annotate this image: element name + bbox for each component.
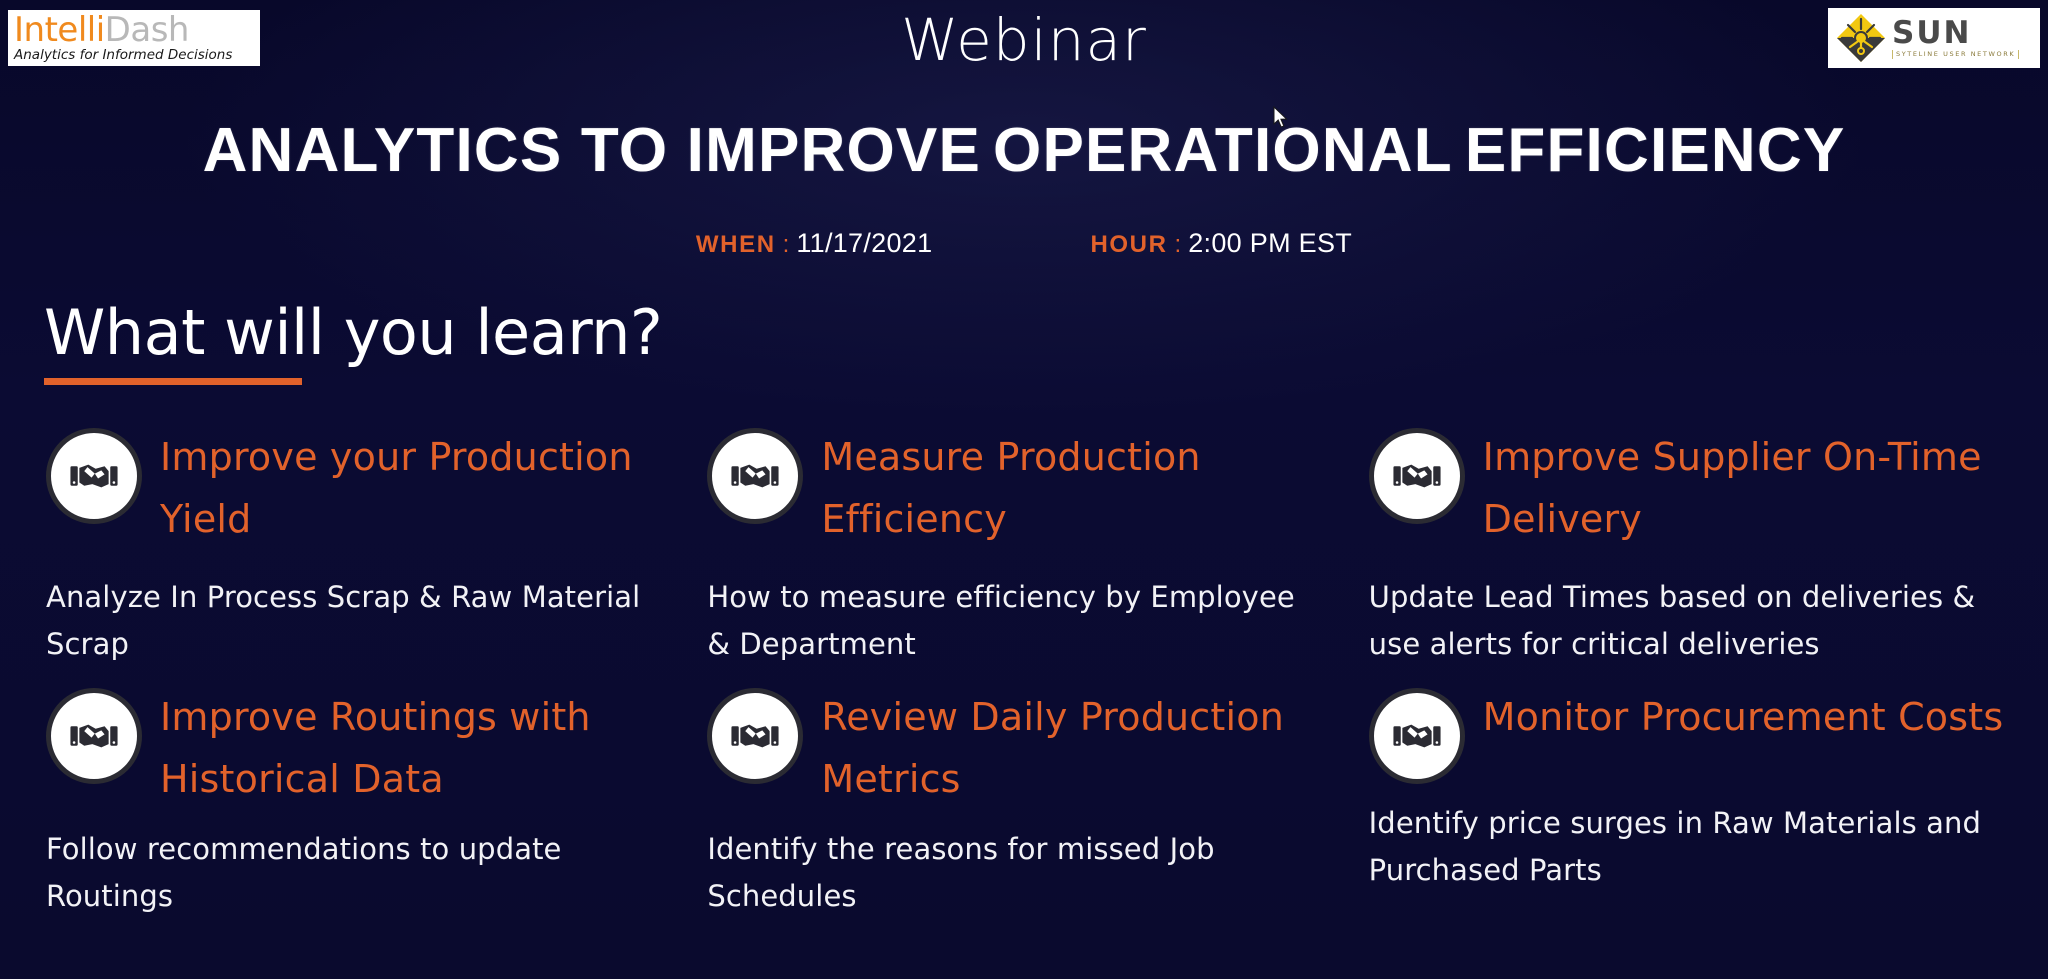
handshake-icon [1368,428,1465,524]
when-colon: : [782,231,790,258]
event-meta: WHEN : 11/17/2021 HOUR : 2:00 PM EST [0,228,2048,259]
sun-diamond-icon [1836,13,1886,63]
hour-label: HOUR [1090,231,1168,258]
topic-card: Improve your Production Yield Analyze In… [46,424,691,668]
topic-card-header: Improve Supplier On-Time Delivery [1368,424,2014,556]
topic-card-header: Monitor Procurement Costs [1368,684,2014,784]
event-time: HOUR : 2:00 PM EST [1090,228,1352,259]
topic-card-body: How to measure efficiency by Employee & … [707,580,1295,661]
learn-section-title: What will you learn? [44,296,663,369]
topic-card: Improve Routings with Historical Data Fo… [46,684,691,920]
topic-card-header: Improve Routings with Historical Data [46,684,691,810]
topic-card: Measure Production Efficiency How to mea… [707,424,1352,668]
sun-subtitle: SYTELINE USER NETWORK [1892,49,2020,59]
topic-card-title: Improve your Production Yield [160,435,633,541]
topic-card-title: Improve Routings with Historical Data [160,695,591,801]
page-title-part3: EFFICIENCY [1464,116,1846,185]
handshake-icon [1368,688,1465,784]
page-title-part1: ANALYTICS TO IMPROVE [202,116,982,185]
handshake-icon [707,428,804,524]
topic-card-title: Measure Production Efficiency [821,435,1201,541]
handshake-icon [46,688,142,784]
learning-topics-grid: Improve your Production Yield Analyze In… [46,424,2014,920]
sun-wordmark: SUN [1892,14,1972,51]
topic-card-body: Update Lead Times based on deliveries & … [1368,580,1976,661]
topic-card-body: Identify the reasons for missed Job Sche… [707,832,1215,913]
page-title: ANALYTICS TO IMPROVE OPERATIONAL EFFICIENC… [0,115,2048,187]
topic-card: Review Daily Production Metrics Identify… [707,684,1352,920]
slide-header: IntelliDash Analytics for Informed Decis… [0,0,2048,92]
topic-card-body: Follow recommendations to update Routing… [46,832,562,913]
topic-card-header: Improve your Production Yield [46,424,691,556]
sun-logo: SUN SYTELINE USER NETWORK [1828,8,2040,68]
handshake-icon [707,688,804,784]
topic-card-body: Identify price surges in Raw Materials a… [1368,806,1981,887]
page-title-part2: OPERATIONAL [993,116,1453,185]
topic-card-header: Review Daily Production Metrics [707,684,1352,810]
handshake-icon [46,428,142,524]
topic-card-title: Improve Supplier On-Time Delivery [1482,435,1982,541]
topic-card: Improve Supplier On-Time Delivery Update… [1368,424,2014,668]
topic-card-header: Measure Production Efficiency [707,424,1352,556]
hour-value: 2:00 PM EST [1188,228,1353,258]
event-date: WHEN : 11/17/2021 [696,228,933,259]
webinar-slide: IntelliDash Analytics for Informed Decis… [0,0,2048,979]
learn-section-heading: What will you learn? [44,296,663,385]
topic-card-body: Analyze In Process Scrap & Raw Material … [46,580,641,661]
when-label: WHEN [695,231,776,258]
webinar-label: Webinar [901,6,1147,74]
topic-card-title: Monitor Procurement Costs [1482,695,2004,739]
topic-card-title: Review Daily Production Metrics [821,695,1284,801]
learn-section-underline [44,378,302,385]
topic-card: Monitor Procurement Costs Identify price… [1368,684,2014,920]
when-value: 11/17/2021 [796,228,933,258]
hour-colon: : [1174,231,1182,258]
